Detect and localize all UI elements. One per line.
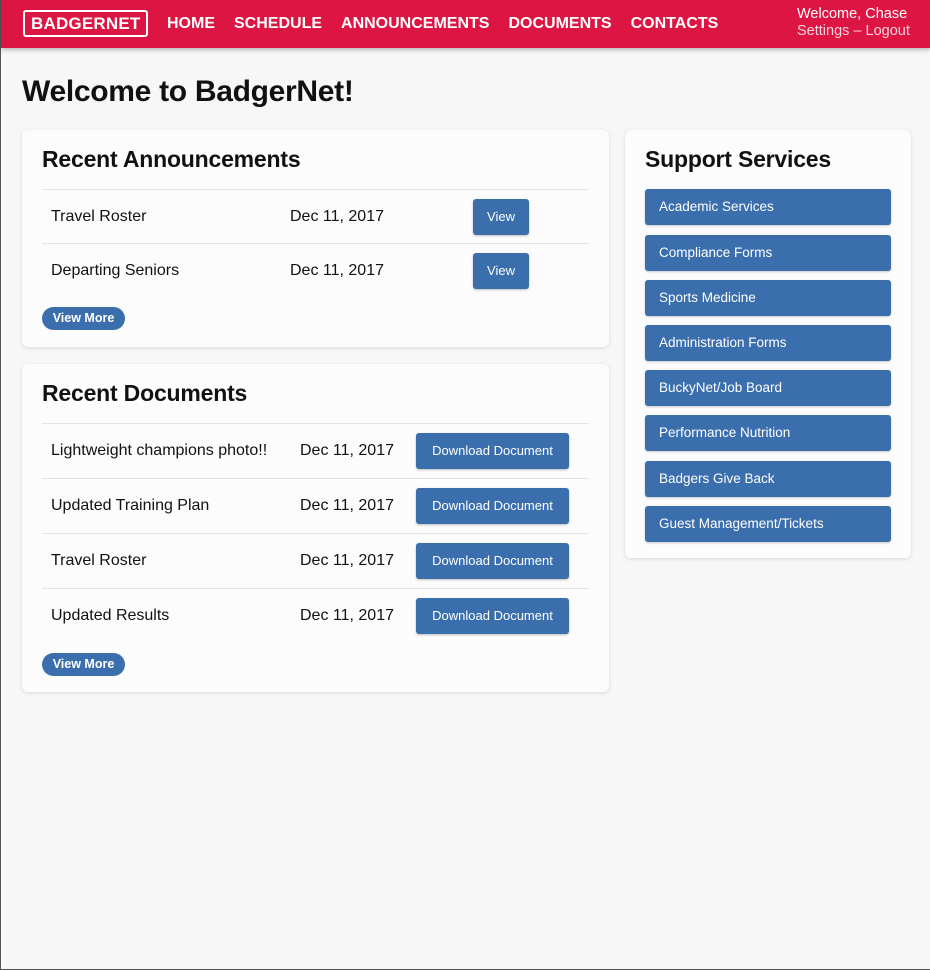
nav-contacts[interactable]: CONTACTS [631,15,719,33]
document-title: Updated Training Plan [51,497,210,514]
list-item: Updated Results Dec 11, 2017 Download Do… [42,588,589,643]
support-guest-management-tickets-button[interactable]: Guest Management/Tickets [645,506,891,542]
documents-view-more-button[interactable]: View More [42,653,125,676]
document-title: Lightweight champions photo!! [51,442,268,459]
support-services-heading: Support Services [645,146,831,172]
announcement-title: Travel Roster [51,208,147,225]
documents-heading: Recent Documents [42,380,248,406]
announcements-list: Travel Roster Dec 11, 2017 View Departin… [42,189,589,297]
logout-link[interactable]: Logout [866,23,910,39]
support-badgers-give-back-button[interactable]: Badgers Give Back [645,461,891,497]
document-date: Dec 11, 2017 [300,552,394,569]
document-date: Dec 11, 2017 [300,607,394,624]
nav-documents[interactable]: DOCUMENTS [508,15,611,33]
download-document-button[interactable]: Download Document [416,543,569,579]
download-document-button[interactable]: Download Document [416,488,569,524]
announcement-date: Dec 11, 2017 [290,208,384,225]
view-announcement-button[interactable]: View [473,253,529,289]
list-item: Lightweight champions photo!! Dec 11, 20… [42,423,589,478]
support-buckynet-job-board-button[interactable]: BuckyNet/Job Board [645,370,891,406]
user-links: Settings – Logout [797,23,910,40]
link-separator: – [853,23,862,39]
page-title: Welcome to BadgerNet! [22,75,354,108]
user-menu: Welcome, Chase Settings – Logout [797,6,910,40]
list-item: Departing Seniors Dec 11, 2017 View [42,243,589,297]
support-sports-medicine-button[interactable]: Sports Medicine [645,280,891,316]
announcement-date: Dec 11, 2017 [290,262,384,279]
main-nav: HOME SCHEDULE ANNOUNCEMENTS DOCUMENTS CO… [167,15,737,33]
list-item: Travel Roster Dec 11, 2017 View [42,189,589,243]
document-date: Dec 11, 2017 [300,497,394,514]
nav-home[interactable]: HOME [167,15,215,33]
document-title: Updated Results [51,607,170,624]
badgernet-logo[interactable]: BADGERNET [23,10,149,37]
top-navigation-bar: BADGERNET HOME SCHEDULE ANNOUNCEMENTS DO… [1,0,930,48]
support-services-card: Support Services Academic Services Compl… [625,130,911,558]
support-academic-services-button[interactable]: Academic Services [645,189,891,225]
documents-card: Recent Documents Lightweight champions p… [22,364,609,692]
support-performance-nutrition-button[interactable]: Performance Nutrition [645,415,891,451]
announcements-heading: Recent Announcements [42,146,301,172]
download-document-button[interactable]: Download Document [416,598,569,634]
view-announcement-button[interactable]: View [473,199,529,235]
document-date: Dec 11, 2017 [300,442,394,459]
document-title: Travel Roster [51,552,147,569]
welcome-text: Welcome, Chase [797,6,908,22]
settings-link[interactable]: Settings [797,23,849,39]
announcements-card: Recent Announcements Travel Roster Dec 1… [22,130,609,347]
download-document-button[interactable]: Download Document [416,433,569,469]
support-administration-forms-button[interactable]: Administration Forms [645,325,891,361]
announcement-title: Departing Seniors [51,262,180,279]
support-compliance-forms-button[interactable]: Compliance Forms [645,235,891,271]
documents-list: Lightweight champions photo!! Dec 11, 20… [42,423,589,643]
announcements-view-more-button[interactable]: View More [42,307,125,330]
nav-announcements[interactable]: ANNOUNCEMENTS [341,15,489,33]
nav-schedule[interactable]: SCHEDULE [234,15,322,33]
list-item: Updated Training Plan Dec 11, 2017 Downl… [42,478,589,533]
list-item: Travel Roster Dec 11, 2017 Download Docu… [42,533,589,588]
